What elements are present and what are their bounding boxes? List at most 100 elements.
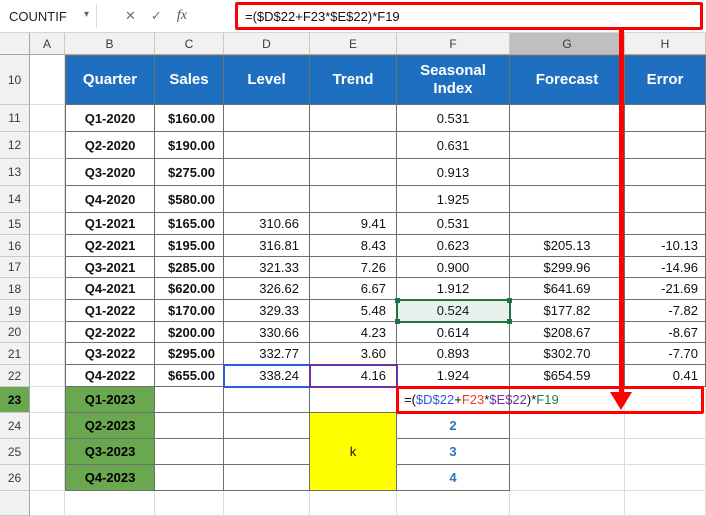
cell-C23[interactable] xyxy=(155,387,224,413)
cell-E[interactable] xyxy=(310,491,397,516)
cell-H24[interactable] xyxy=(625,413,706,439)
cell-C18[interactable]: $620.00 xyxy=(155,278,224,300)
cell-A18[interactable] xyxy=(30,278,65,300)
cell-A25[interactable] xyxy=(30,439,65,465)
cell-D12[interactable] xyxy=(224,132,310,159)
cell-B13[interactable]: Q3-2020 xyxy=(65,159,155,186)
select-all-corner[interactable] xyxy=(0,33,30,55)
row-header-16[interactable]: 16 xyxy=(0,235,30,257)
cell-D[interactable] xyxy=(224,491,310,516)
cell-H12[interactable] xyxy=(625,132,706,159)
cell-A21[interactable] xyxy=(30,343,65,365)
row-header-18[interactable]: 18 xyxy=(0,278,30,300)
cell-E15[interactable]: 9.41 xyxy=(310,213,397,235)
cell-F14[interactable]: 1.925 xyxy=(397,186,510,213)
row-header-22[interactable]: 22 xyxy=(0,365,30,387)
cell-D11[interactable] xyxy=(224,105,310,132)
row-header-19[interactable]: 19 xyxy=(0,300,30,322)
cell-H20[interactable]: -8.67 xyxy=(625,322,706,343)
cell-E11[interactable] xyxy=(310,105,397,132)
cell-E17[interactable]: 7.26 xyxy=(310,257,397,278)
col-header-C[interactable]: C xyxy=(155,33,224,55)
cell-B20[interactable]: Q2-2022 xyxy=(65,322,155,343)
cell-D10[interactable]: Level xyxy=(224,55,310,105)
cell-D20[interactable]: 330.66 xyxy=(224,322,310,343)
cell-D14[interactable] xyxy=(224,186,310,213)
cell-G13[interactable] xyxy=(510,159,625,186)
cell-E24[interactable] xyxy=(310,413,397,439)
cell-D26[interactable] xyxy=(224,465,310,491)
cell-A19[interactable] xyxy=(30,300,65,322)
col-header-G[interactable]: G xyxy=(510,33,625,55)
cell-B24[interactable]: Q2-2023 xyxy=(65,413,155,439)
cell-B22[interactable]: Q4-2022 xyxy=(65,365,155,387)
cell-H23[interactable] xyxy=(625,387,706,413)
cell-F18[interactable]: 1.912 xyxy=(397,278,510,300)
cell-A23[interactable] xyxy=(30,387,65,413)
cell-G24[interactable] xyxy=(510,413,625,439)
cell-A15[interactable] xyxy=(30,213,65,235)
cell-B10[interactable]: Quarter xyxy=(65,55,155,105)
cell-A16[interactable] xyxy=(30,235,65,257)
cell-B25[interactable]: Q3-2023 xyxy=(65,439,155,465)
cell-E19[interactable]: 5.48 xyxy=(310,300,397,322)
cell-H10[interactable]: Error xyxy=(625,55,706,105)
cell-C24[interactable] xyxy=(155,413,224,439)
cell-C22[interactable]: $655.00 xyxy=(155,365,224,387)
cell-G14[interactable] xyxy=(510,186,625,213)
cell-B26[interactable]: Q4-2023 xyxy=(65,465,155,491)
cell-F10[interactable]: Seasonal Index xyxy=(397,55,510,105)
row-header-11[interactable]: 11 xyxy=(0,105,30,132)
row-header-23[interactable]: 23 xyxy=(0,387,30,413)
cell-C17[interactable]: $285.00 xyxy=(155,257,224,278)
cell-D23[interactable] xyxy=(224,387,310,413)
row-header-26[interactable]: 26 xyxy=(0,465,30,491)
cell-D16[interactable]: 316.81 xyxy=(224,235,310,257)
cell-A24[interactable] xyxy=(30,413,65,439)
cell-D15[interactable]: 310.66 xyxy=(224,213,310,235)
cell-E26[interactable] xyxy=(310,465,397,491)
cell-C14[interactable]: $580.00 xyxy=(155,186,224,213)
cell-G10[interactable]: Forecast xyxy=(510,55,625,105)
cell-H19[interactable]: -7.82 xyxy=(625,300,706,322)
cell-A20[interactable] xyxy=(30,322,65,343)
cell-F12[interactable]: 0.631 xyxy=(397,132,510,159)
col-header-B[interactable]: B xyxy=(65,33,155,55)
col-header-D[interactable]: D xyxy=(224,33,310,55)
cell-H26[interactable] xyxy=(625,465,706,491)
col-header-E[interactable]: E xyxy=(310,33,397,55)
cell-A[interactable] xyxy=(30,491,65,516)
cell-G25[interactable] xyxy=(510,439,625,465)
cell-H11[interactable] xyxy=(625,105,706,132)
cell-A26[interactable] xyxy=(30,465,65,491)
cell-G19[interactable]: $177.82 xyxy=(510,300,625,322)
cell-C21[interactable]: $295.00 xyxy=(155,343,224,365)
cell-D24[interactable] xyxy=(224,413,310,439)
cell-G26[interactable] xyxy=(510,465,625,491)
cell-B23[interactable]: Q1-2023 xyxy=(65,387,155,413)
cell-F16[interactable]: 0.623 xyxy=(397,235,510,257)
cell-E18[interactable]: 6.67 xyxy=(310,278,397,300)
formula-input[interactable]: =($D$22+F23*$E$22)*F19 xyxy=(235,2,703,30)
col-header-F[interactable]: F xyxy=(397,33,510,55)
cell-H[interactable] xyxy=(625,491,706,516)
cell-C15[interactable]: $165.00 xyxy=(155,213,224,235)
cell-C20[interactable]: $200.00 xyxy=(155,322,224,343)
cell-E10[interactable]: Trend xyxy=(310,55,397,105)
cell-E25[interactable]: k xyxy=(310,439,397,465)
cell-B14[interactable]: Q4-2020 xyxy=(65,186,155,213)
cell-H18[interactable]: -21.69 xyxy=(625,278,706,300)
cell-E12[interactable] xyxy=(310,132,397,159)
row-header-21[interactable]: 21 xyxy=(0,343,30,365)
cell-D21[interactable]: 332.77 xyxy=(224,343,310,365)
cell-F22[interactable]: 1.924 xyxy=(397,365,510,387)
cell-C[interactable] xyxy=(155,491,224,516)
cell-F[interactable] xyxy=(397,491,510,516)
cell-F21[interactable]: 0.893 xyxy=(397,343,510,365)
cell-B21[interactable]: Q3-2022 xyxy=(65,343,155,365)
cell-B17[interactable]: Q3-2021 xyxy=(65,257,155,278)
cell-B18[interactable]: Q4-2021 xyxy=(65,278,155,300)
row-header-14[interactable]: 14 xyxy=(0,186,30,213)
cell-C16[interactable]: $195.00 xyxy=(155,235,224,257)
cell-E16[interactable]: 8.43 xyxy=(310,235,397,257)
